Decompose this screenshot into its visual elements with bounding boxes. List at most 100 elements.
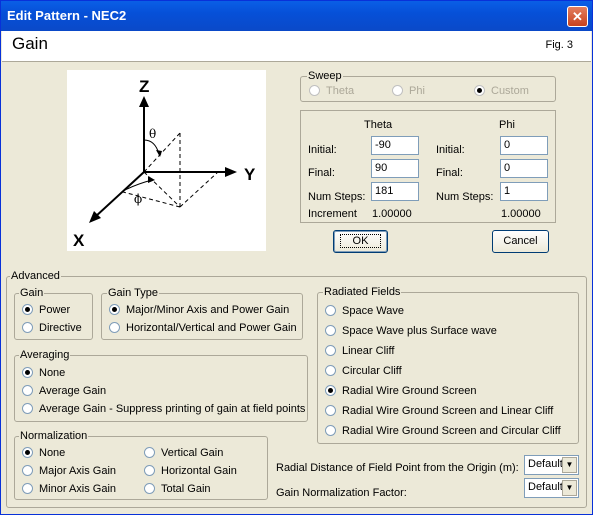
theta-header: Theta bbox=[364, 119, 393, 131]
radio-icon bbox=[325, 305, 336, 316]
radio-icon bbox=[325, 405, 336, 416]
phi-initial-input[interactable]: 0 bbox=[500, 136, 548, 155]
phi-steps-input[interactable]: 1 bbox=[500, 182, 548, 201]
normalization-major-axis-radio[interactable]: Major Axis Gain bbox=[22, 465, 116, 478]
gain-directive-radio[interactable]: Directive bbox=[22, 322, 82, 335]
theta-initial-label: Initial: bbox=[308, 144, 337, 156]
radio-icon bbox=[325, 425, 336, 436]
z-axis-arrow bbox=[139, 96, 149, 107]
theta-increment-value: 1.00000 bbox=[372, 208, 412, 220]
cancel-button[interactable]: Cancel bbox=[492, 230, 549, 253]
radiated-radial-circular-radio[interactable]: Radial Wire Ground Screen and Circular C… bbox=[325, 425, 561, 438]
radiated-radial-wire-radio[interactable]: Radial Wire Ground Screen bbox=[325, 385, 477, 398]
theta-steps-input[interactable]: 181 bbox=[371, 182, 419, 201]
gain-group: Gain Power Directive bbox=[14, 287, 93, 340]
radiated-linear-cliff-radio[interactable]: Linear Cliff bbox=[325, 345, 394, 358]
radial-distance-select[interactable]: Default ▼ bbox=[524, 455, 579, 475]
theta-steps-label: Num Steps: bbox=[308, 191, 366, 203]
radio-icon bbox=[22, 403, 33, 414]
radio-icon bbox=[325, 325, 336, 336]
radio-selected-icon bbox=[325, 385, 336, 396]
normalization-group: Normalization None Major Axis Gain Minor… bbox=[14, 430, 268, 500]
phi-increment-value: 1.00000 bbox=[501, 208, 541, 220]
averaging-suppress-radio[interactable]: Average Gain - Suppress printing of gain… bbox=[22, 403, 305, 416]
theta-final-label: Final: bbox=[308, 167, 335, 179]
normalization-total-radio[interactable]: Total Gain bbox=[144, 483, 211, 496]
projection-x bbox=[122, 191, 181, 208]
radio-icon bbox=[309, 85, 320, 96]
coordinate-diagram: Z Y X θ ϕ bbox=[67, 70, 266, 251]
gain-power-radio[interactable]: Power bbox=[22, 304, 70, 317]
radio-selected-icon bbox=[474, 85, 485, 96]
phi-final-input[interactable]: 0 bbox=[500, 159, 548, 178]
radio-icon bbox=[109, 322, 120, 333]
radiated-fields-legend: Radiated Fields bbox=[323, 286, 402, 298]
radio-icon bbox=[144, 483, 155, 494]
normalization-none-radio[interactable]: None bbox=[22, 447, 65, 460]
radio-selected-icon bbox=[22, 304, 33, 315]
radio-icon bbox=[22, 322, 33, 333]
phi-header: Phi bbox=[499, 119, 515, 131]
radio-icon bbox=[144, 447, 155, 458]
x-axis-label: X bbox=[73, 231, 85, 250]
chevron-down-icon: ▼ bbox=[562, 457, 577, 473]
advanced-legend: Advanced bbox=[10, 270, 61, 282]
header-panel: Gain Fig. 3 bbox=[2, 31, 591, 62]
normalization-minor-axis-radio[interactable]: Minor Axis Gain bbox=[22, 483, 116, 496]
sweep-theta-radio[interactable]: Theta bbox=[309, 85, 354, 98]
sweep-legend: Sweep bbox=[307, 70, 343, 82]
radio-icon bbox=[144, 465, 155, 476]
averaging-legend: Averaging bbox=[19, 349, 71, 361]
gain-type-major-minor-radio[interactable]: Major/Minor Axis and Power Gain bbox=[109, 304, 289, 317]
theta-increment-label: Increment bbox=[308, 208, 357, 220]
projection-y bbox=[179, 171, 219, 208]
radiated-fields-group: Radiated Fields Space Wave Space Wave pl… bbox=[317, 286, 579, 444]
normalization-horizontal-radio[interactable]: Horizontal Gain bbox=[144, 465, 237, 478]
radial-distance-label: Radial Distance of Field Point from the … bbox=[276, 462, 519, 474]
phi-steps-label: Num Steps: bbox=[436, 191, 494, 203]
radio-icon bbox=[22, 483, 33, 494]
gain-type-legend: Gain Type bbox=[107, 287, 159, 299]
theta-initial-input[interactable]: -90 bbox=[371, 136, 419, 155]
chevron-down-icon: ▼ bbox=[562, 480, 577, 496]
theta-arc bbox=[143, 139, 160, 155]
sweep-group: Sweep Theta Phi Custom bbox=[300, 70, 556, 102]
radio-icon bbox=[392, 85, 403, 96]
close-button[interactable]: ✕ bbox=[567, 6, 588, 27]
y-axis-arrow bbox=[225, 167, 237, 177]
phi-symbol: ϕ bbox=[134, 192, 142, 206]
averaging-group: Averaging None Average Gain Average Gain… bbox=[14, 349, 308, 422]
radio-selected-icon bbox=[22, 447, 33, 458]
sweep-custom-radio[interactable]: Custom bbox=[474, 85, 529, 98]
normalization-vertical-radio[interactable]: Vertical Gain bbox=[144, 447, 223, 460]
title-bar[interactable]: Edit Pattern - NEC2 ✕ bbox=[1, 1, 592, 31]
gain-norm-factor-label: Gain Normalization Factor: bbox=[276, 487, 407, 499]
y-axis-label: Y bbox=[244, 165, 256, 184]
ok-button[interactable]: OK bbox=[333, 230, 388, 253]
radiated-circular-cliff-radio[interactable]: Circular Cliff bbox=[325, 365, 402, 378]
radio-selected-icon bbox=[22, 367, 33, 378]
figure-label: Fig. 3 bbox=[545, 39, 573, 51]
theta-final-input[interactable]: 90 bbox=[371, 159, 419, 178]
gain-legend: Gain bbox=[19, 287, 45, 299]
phi-final-label: Final: bbox=[436, 167, 463, 179]
z-axis-label: Z bbox=[139, 77, 149, 96]
close-icon: ✕ bbox=[572, 9, 583, 24]
phi-initial-label: Initial: bbox=[436, 144, 465, 156]
radiated-space-wave-radio[interactable]: Space Wave bbox=[325, 305, 404, 318]
normalization-legend: Normalization bbox=[19, 430, 89, 442]
averaging-average-gain-radio[interactable]: Average Gain bbox=[22, 385, 106, 398]
averaging-none-radio[interactable]: None bbox=[22, 367, 65, 380]
radio-selected-icon bbox=[109, 304, 120, 315]
radiated-space-surface-radio[interactable]: Space Wave plus Surface wave bbox=[325, 325, 497, 338]
gain-type-group: Gain Type Major/Minor Axis and Power Gai… bbox=[101, 287, 303, 340]
gain-norm-factor-select[interactable]: Default ▼ bbox=[524, 478, 579, 498]
radio-icon bbox=[22, 465, 33, 476]
gain-type-horiz-vert-radio[interactable]: Horizontal/Vertical and Power Gain bbox=[109, 322, 297, 335]
sweep-phi-radio[interactable]: Phi bbox=[392, 85, 425, 98]
page-title: Gain bbox=[12, 34, 48, 53]
radiated-radial-linear-radio[interactable]: Radial Wire Ground Screen and Linear Cli… bbox=[325, 405, 553, 418]
radio-icon bbox=[22, 385, 33, 396]
theta-symbol: θ bbox=[149, 127, 156, 141]
radio-icon bbox=[325, 365, 336, 376]
